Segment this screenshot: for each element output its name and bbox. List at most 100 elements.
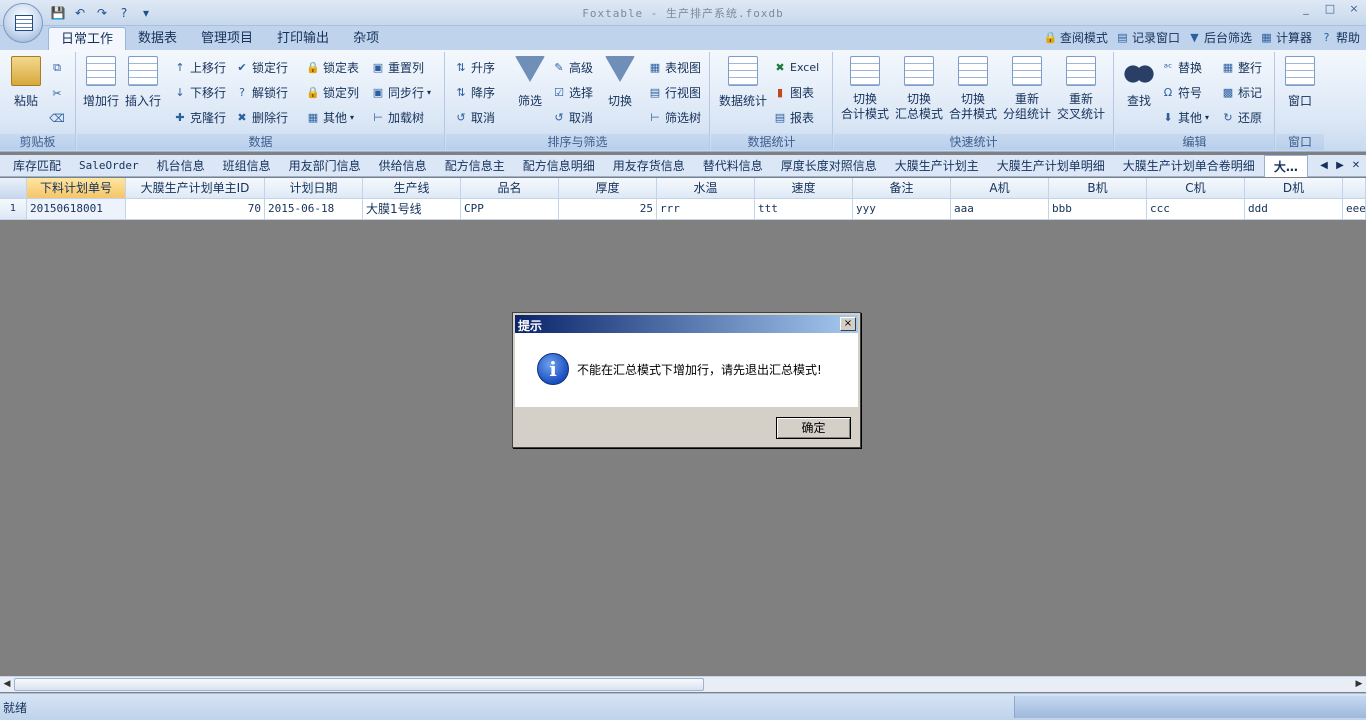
- sheet-tab[interactable]: 大膜生产计划单明细: [988, 155, 1114, 177]
- grid-corner[interactable]: [0, 178, 27, 199]
- tab-data-table[interactable]: 数据表: [126, 27, 189, 50]
- switch-total-mode-button[interactable]: 切换 合计模式: [840, 56, 890, 121]
- minimize-button[interactable]: _: [1294, 0, 1318, 18]
- column-header[interactable]: 水温: [657, 178, 755, 199]
- lock-row-button[interactable]: ✔ 锁定行: [235, 57, 288, 77]
- sheet-tab[interactable]: 厚度长度对照信息: [772, 155, 886, 177]
- sheet-tab[interactable]: 替代料信息: [694, 155, 772, 177]
- column-header[interactable]: 厚度: [559, 178, 657, 199]
- column-header[interactable]: 速度: [755, 178, 853, 199]
- regroup-statistics-button[interactable]: 重新 分组统计: [1002, 56, 1052, 121]
- reset-column-button[interactable]: ▣ 重置列: [371, 57, 424, 77]
- tab-misc[interactable]: 杂项: [341, 27, 391, 50]
- column-header[interactable]: 生产线: [363, 178, 461, 199]
- insert-row-button[interactable]: 插入行: [123, 56, 163, 120]
- symbol-button[interactable]: Ω 符号: [1161, 82, 1202, 102]
- delete-row-button[interactable]: ✖ 删除行: [235, 107, 288, 127]
- other-edit-button[interactable]: ⬇ 其他 ▾: [1161, 107, 1209, 127]
- mark-button[interactable]: ▩ 标记: [1221, 82, 1262, 102]
- table-cell[interactable]: yyy: [853, 199, 951, 220]
- column-header[interactable]: 备注: [853, 178, 951, 199]
- column-header[interactable]: [1343, 178, 1366, 199]
- tab-print-output[interactable]: 打印输出: [265, 27, 341, 50]
- sheet-tab[interactable]: 库存匹配: [4, 155, 70, 177]
- sheet-tab[interactable]: SaleOrder: [70, 155, 148, 177]
- whole-row-button[interactable]: ▦ 整行: [1221, 57, 1262, 77]
- row-number[interactable]: 1: [0, 199, 27, 220]
- restore-button[interactable]: ↻ 还原: [1221, 107, 1262, 127]
- sheet-tab[interactable]: 供给信息: [370, 155, 436, 177]
- table-cell[interactable]: bbb: [1049, 199, 1147, 220]
- lock-column-button[interactable]: 🔒 锁定列: [306, 82, 359, 102]
- sync-row-button[interactable]: ▣ 同步行 ▾: [371, 82, 431, 102]
- other-data-button[interactable]: ▦ 其他 ▾: [306, 107, 354, 127]
- clear-button[interactable]: ⌫: [49, 108, 65, 128]
- chevron-right-icon[interactable]: ▶: [1334, 158, 1346, 174]
- lock-table-button[interactable]: 🔒 锁定表: [306, 57, 359, 77]
- column-header[interactable]: 计划日期: [265, 178, 363, 199]
- column-header[interactable]: 大膜生产计划单主ID: [126, 178, 265, 199]
- maximize-button[interactable]: □: [1318, 0, 1342, 18]
- move-row-down-button[interactable]: ↓ 下移行: [173, 82, 226, 102]
- load-tree-button[interactable]: ⊢ 加载树: [371, 107, 424, 127]
- ok-button[interactable]: 确定: [776, 417, 851, 439]
- switch-sort-button[interactable]: 切换: [600, 56, 640, 120]
- background-filter-button[interactable]: ▼ 后台筛选: [1188, 29, 1252, 46]
- dialog-title-bar[interactable]: 提示 ×: [515, 315, 858, 333]
- tab-daily-work[interactable]: 日常工作: [48, 27, 127, 50]
- table-cell[interactable]: 70: [126, 199, 265, 220]
- close-sheet-icon[interactable]: ✕: [1350, 158, 1362, 174]
- table-cell[interactable]: CPP: [461, 199, 559, 220]
- sheet-tab[interactable]: 大膜生产计划主: [886, 155, 988, 177]
- paste-button[interactable]: 粘贴: [6, 56, 46, 120]
- sheet-tab[interactable]: 配方信息明细: [514, 155, 604, 177]
- window-button[interactable]: 窗口: [1280, 56, 1320, 120]
- sheet-tab-active[interactable]: 大…: [1263, 155, 1308, 177]
- sort-ascending-button[interactable]: ⇅ 升序: [454, 57, 495, 77]
- sort-descending-button[interactable]: ⇅ 降序: [454, 82, 495, 102]
- switch-summary-mode-button[interactable]: 切换 汇总模式: [894, 56, 944, 121]
- switch-merge-mode-button[interactable]: 切换 合并模式: [948, 56, 998, 121]
- cancel-sort-button[interactable]: ↺ 取消: [454, 107, 495, 127]
- sheet-tab[interactable]: 配方信息主: [436, 155, 514, 177]
- table-cell[interactable]: aaa: [951, 199, 1049, 220]
- copy-button[interactable]: ⧉: [50, 58, 64, 78]
- scroll-right-icon[interactable]: ▶: [1352, 677, 1366, 692]
- table-cell[interactable]: ttt: [755, 199, 853, 220]
- table-cell[interactable]: 大膜1号线: [363, 199, 461, 220]
- clone-row-button[interactable]: ✚ 克隆行: [173, 107, 226, 127]
- row-view-button[interactable]: ▤ 行视图: [648, 82, 701, 102]
- table-cell[interactable]: 20150618001: [27, 199, 126, 220]
- cut-button[interactable]: ✂: [50, 83, 64, 103]
- filter-tree-button[interactable]: ⊢ 筛选树: [648, 107, 701, 127]
- column-header[interactable]: B机: [1049, 178, 1147, 199]
- excel-button[interactable]: ✖ Excel: [773, 57, 819, 77]
- table-view-button[interactable]: ▦ 表视图: [648, 57, 701, 77]
- record-window-button[interactable]: ▤ 记录窗口: [1116, 29, 1180, 46]
- scroll-left-icon[interactable]: ◀: [0, 677, 14, 692]
- chevron-left-icon[interactable]: ◀: [1318, 158, 1330, 174]
- cancel-filter-button[interactable]: ↺ 取消: [552, 107, 593, 127]
- chart-button[interactable]: ▮ 图表: [773, 82, 814, 102]
- find-button[interactable]: 查找: [1119, 56, 1159, 120]
- add-row-button[interactable]: 增加行: [81, 56, 121, 120]
- advanced-filter-button[interactable]: ✎ 高级: [552, 57, 593, 77]
- sheet-tab[interactable]: 用友部门信息: [280, 155, 370, 177]
- table-cell[interactable]: 25: [559, 199, 657, 220]
- recross-statistics-button[interactable]: 重新 交叉统计: [1056, 56, 1106, 121]
- report-button[interactable]: ▤ 报表: [773, 107, 814, 127]
- replace-button[interactable]: ᵃᶜ 替换: [1161, 57, 1202, 77]
- unlock-row-button[interactable]: ? 解锁行: [235, 82, 288, 102]
- sheet-tab[interactable]: 用友存货信息: [604, 155, 694, 177]
- help-button[interactable]: ? 帮助: [1320, 29, 1360, 46]
- table-cell[interactable]: ccc: [1147, 199, 1245, 220]
- table-row[interactable]: 1 20150618001 70 2015-06-18 大膜1号线 CPP 25…: [0, 199, 1366, 220]
- column-header[interactable]: 下料计划单号: [27, 178, 126, 199]
- column-header[interactable]: C机: [1147, 178, 1245, 199]
- table-cell[interactable]: 2015-06-18: [265, 199, 363, 220]
- sheet-tab[interactable]: 班组信息: [214, 155, 280, 177]
- close-window-button[interactable]: ×: [1342, 0, 1366, 18]
- move-row-up-button[interactable]: ↑ 上移行: [173, 57, 226, 77]
- dialog-close-button[interactable]: ×: [840, 317, 856, 331]
- filter-button[interactable]: 筛选: [510, 56, 550, 120]
